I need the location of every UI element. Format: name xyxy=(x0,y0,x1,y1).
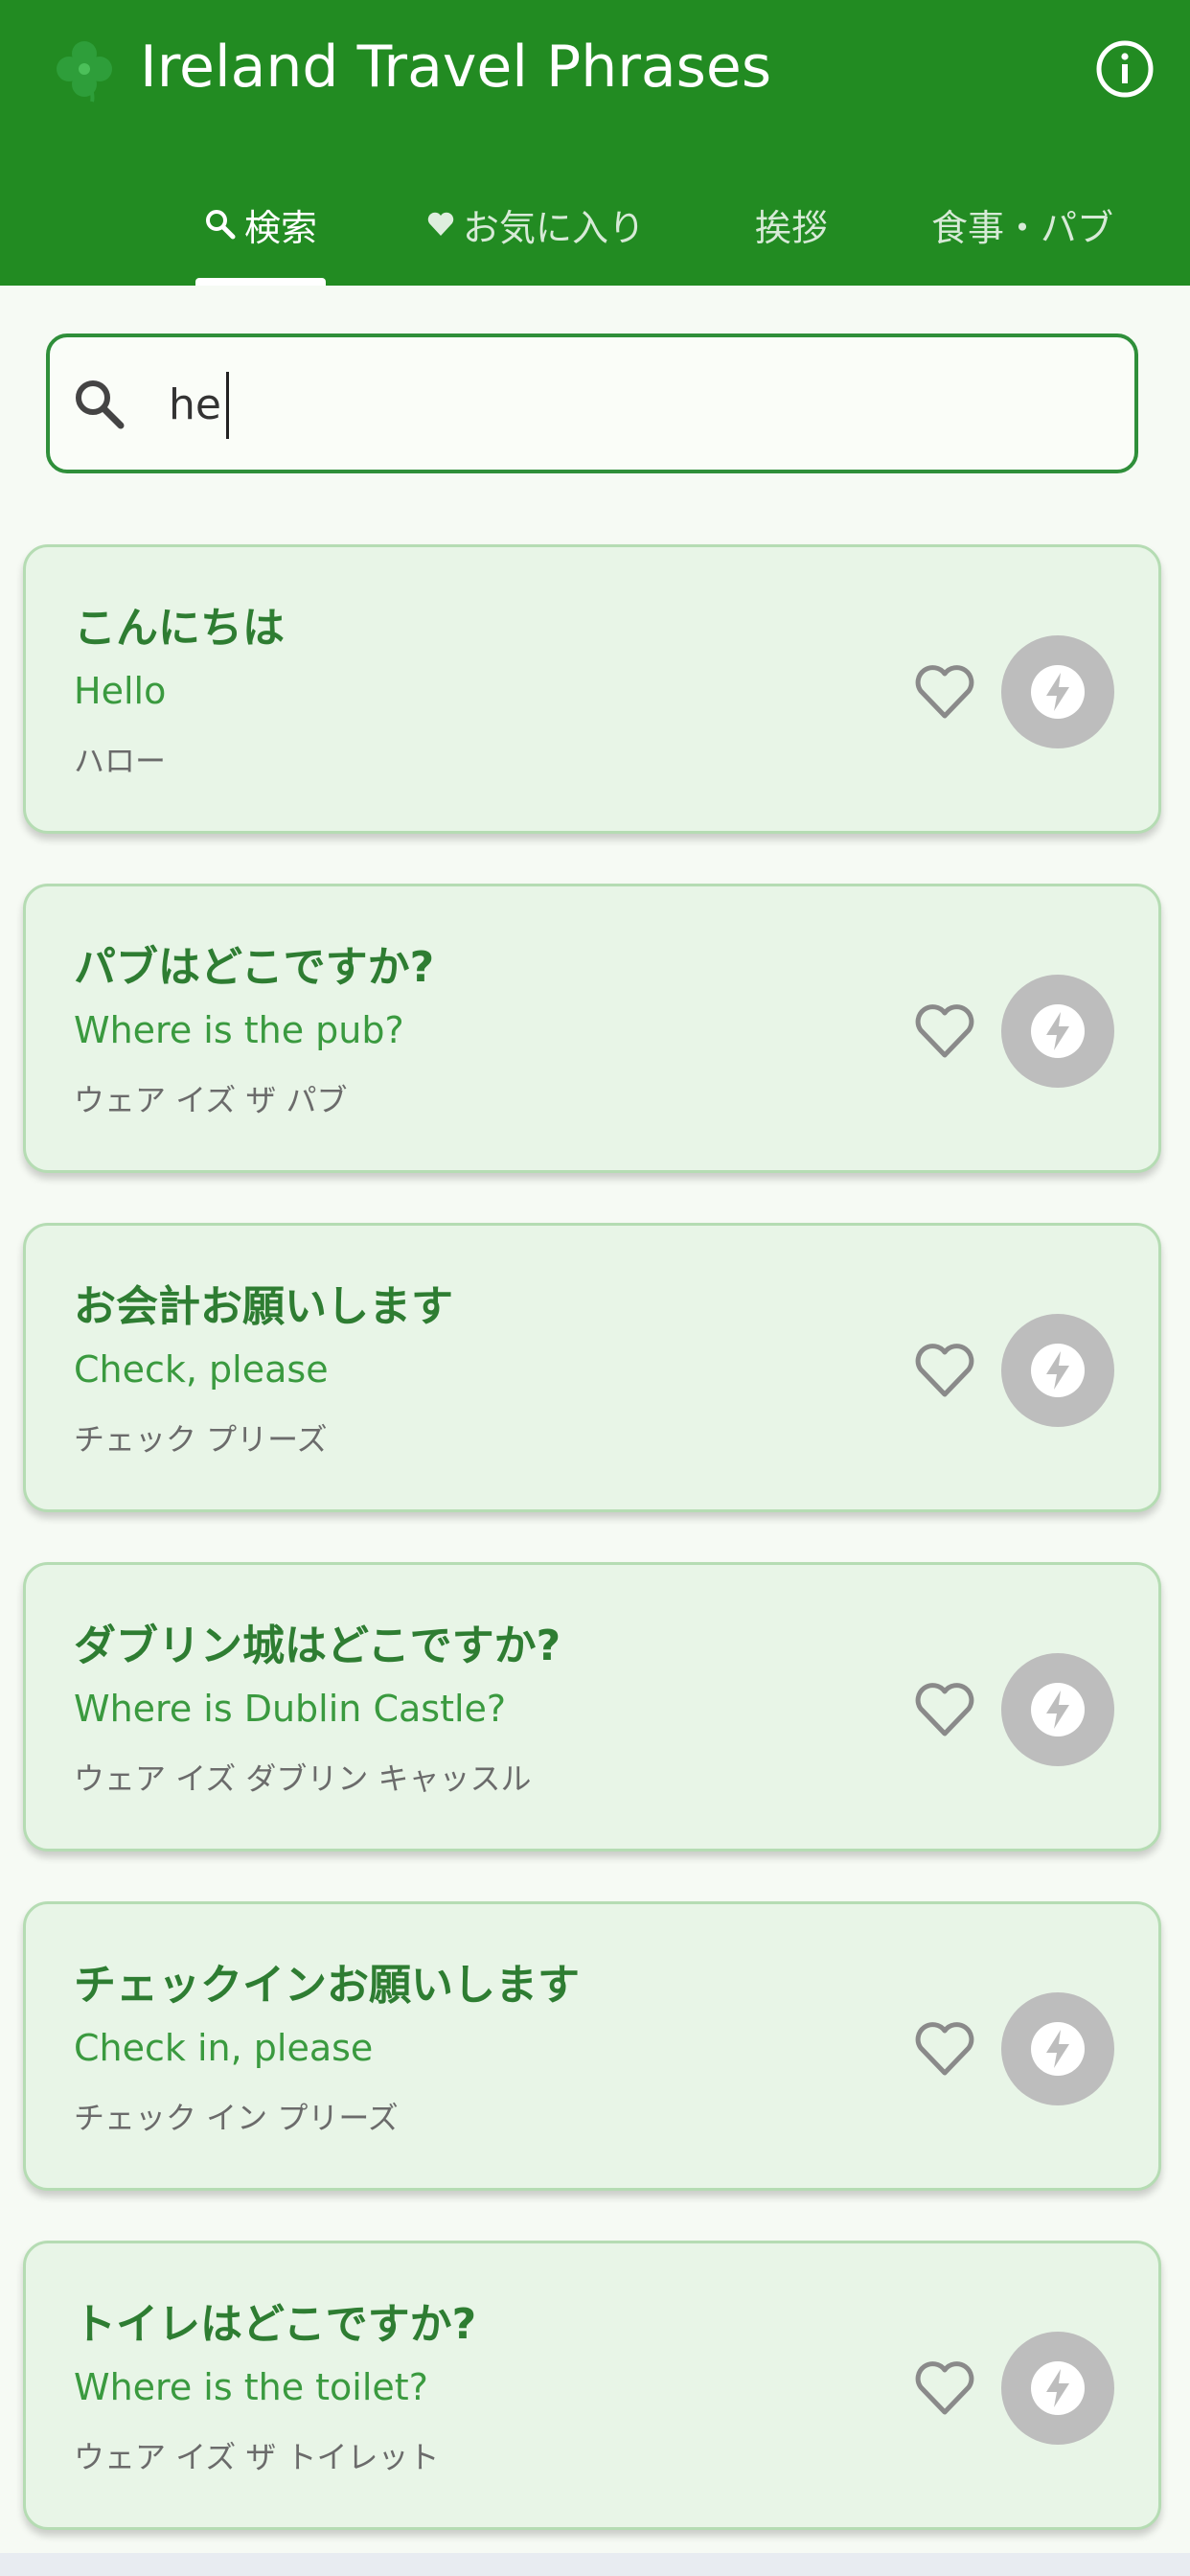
heart-outline-icon[interactable] xyxy=(911,2355,978,2422)
phrase-pronunciation: ウェア イズ ザ パブ xyxy=(74,1082,348,1118)
heart-outline-icon[interactable] xyxy=(911,1676,978,1743)
speak-button[interactable] xyxy=(1001,1992,1114,2105)
heart-outline-icon[interactable] xyxy=(911,658,978,725)
tab-label: 検索 xyxy=(243,206,317,249)
phrase-english: Where is the pub? xyxy=(74,1009,404,1051)
phrase-english: Check, please xyxy=(74,1348,329,1391)
bolt-icon xyxy=(1031,1683,1085,1736)
search-input[interactable] xyxy=(169,358,1031,450)
phrase-english: Check in, please xyxy=(74,2027,374,2069)
tab-favorites[interactable]: お気に入り xyxy=(408,163,663,286)
phrase-japanese: こんにちは xyxy=(74,604,285,653)
phrase-japanese: パブはどこですか? xyxy=(74,943,435,992)
phrase-english: Hello xyxy=(74,670,167,712)
title-bar: Ireland Travel Phrases xyxy=(0,0,1190,134)
app-root: Ireland Travel Phrases 検索 お気に入り 挨拶 食事・パブ… xyxy=(0,0,1190,2576)
phrase-japanese: ダブリン城はどこですか? xyxy=(74,1622,561,1670)
phrase-card[interactable]: トイレはどこですか? Where is the toilet? ウェア イズ ザ… xyxy=(23,2241,1161,2530)
phrase-english: Where is Dublin Castle? xyxy=(74,1688,507,1730)
info-icon[interactable] xyxy=(1094,38,1156,100)
phrase-english: Where is the toilet? xyxy=(74,2366,428,2408)
bolt-icon xyxy=(1031,1004,1085,1058)
bottom-edge xyxy=(0,2553,1190,2576)
speak-button[interactable] xyxy=(1001,1314,1114,1427)
phrase-card[interactable]: ダブリン城はどこですか? Where is Dublin Castle? ウェア… xyxy=(23,1562,1161,1852)
bolt-icon xyxy=(1031,2022,1085,2076)
active-tab-indicator xyxy=(195,278,326,286)
speak-button[interactable] xyxy=(1001,2332,1114,2445)
phrase-japanese: トイレはどこですか? xyxy=(74,2300,477,2349)
phrase-pronunciation: ハロー xyxy=(74,743,167,779)
search-icon xyxy=(205,210,236,240)
app-header: Ireland Travel Phrases 検索 お気に入り 挨拶 食事・パブ xyxy=(0,0,1190,286)
text-caret xyxy=(226,372,229,439)
phrase-pronunciation: チェック プリーズ xyxy=(74,1421,328,1458)
phrase-japanese: チェックインお願いします xyxy=(74,1961,580,2010)
app-title: Ireland Travel Phrases xyxy=(140,34,772,101)
tab-greetings[interactable]: 挨拶 xyxy=(744,163,839,286)
search-icon xyxy=(76,380,125,429)
heart-outline-icon[interactable] xyxy=(911,1337,978,1404)
bolt-icon xyxy=(1031,1344,1085,1397)
heart-icon xyxy=(427,212,454,236)
phrase-card[interactable]: お会計お願いします Check, please チェック プリーズ xyxy=(23,1223,1161,1512)
phrase-pronunciation: ウェア イズ ザ トイレット xyxy=(74,2439,440,2475)
tab-food-pub[interactable]: 食事・パブ xyxy=(920,163,1125,286)
phrase-pronunciation: ウェア イズ ダブリン キャッスル xyxy=(74,1760,532,1797)
tab-search[interactable]: 検索 xyxy=(188,163,333,286)
tab-label: 挨拶 xyxy=(754,206,828,249)
heart-outline-icon[interactable] xyxy=(911,998,978,1065)
speak-button[interactable] xyxy=(1001,635,1114,748)
tab-bar: 検索 お気に入り 挨拶 食事・パブ xyxy=(0,163,1190,286)
speak-button[interactable] xyxy=(1001,975,1114,1088)
phrase-card[interactable]: パブはどこですか? Where is the pub? ウェア イズ ザ パブ xyxy=(23,884,1161,1173)
heart-outline-icon[interactable] xyxy=(911,2015,978,2082)
phrase-card[interactable]: チェックインお願いします Check in, please チェック イン プリ… xyxy=(23,1901,1161,2191)
bolt-icon xyxy=(1031,2361,1085,2415)
phrase-card[interactable]: こんにちは Hello ハロー xyxy=(23,544,1161,834)
tab-label: 食事・パブ xyxy=(930,206,1113,249)
tab-label: お気に入り xyxy=(462,206,645,249)
phrase-japanese: お会計お願いします xyxy=(74,1282,453,1331)
bolt-icon xyxy=(1031,665,1085,719)
shamrock-icon xyxy=(57,41,112,103)
speak-button[interactable] xyxy=(1001,1653,1114,1766)
phrase-pronunciation: チェック イン プリーズ xyxy=(74,2100,399,2136)
